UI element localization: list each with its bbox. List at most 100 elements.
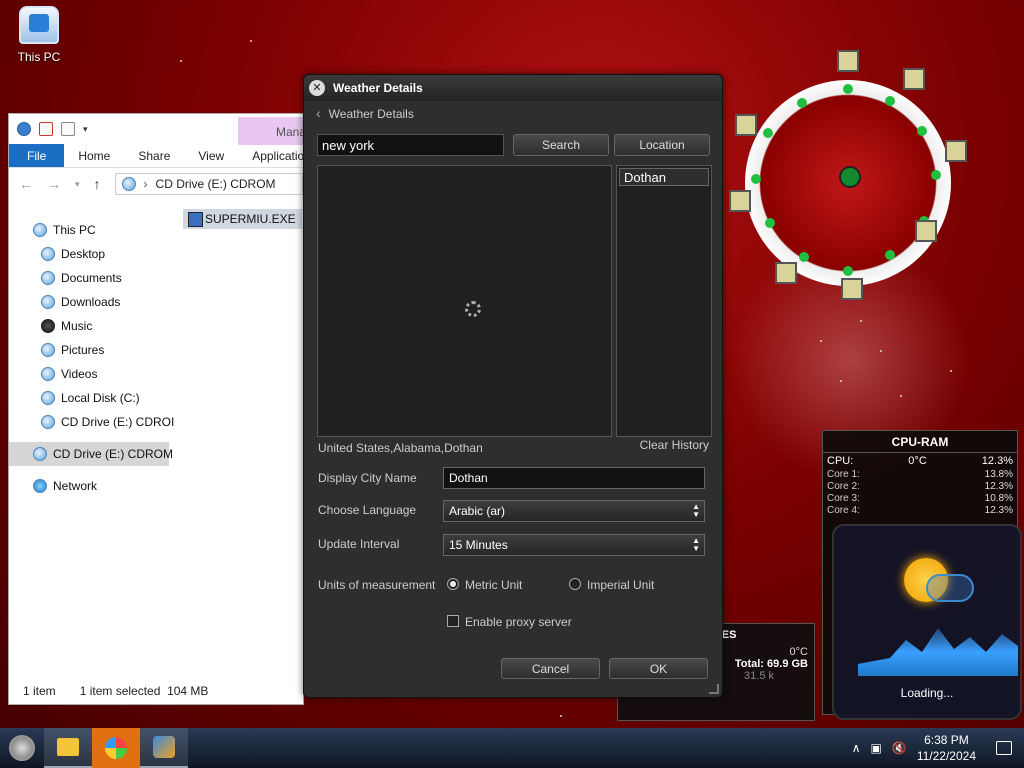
imperial-radio[interactable] — [569, 578, 581, 590]
start-button[interactable] — [0, 728, 44, 768]
display-city-field[interactable] — [443, 467, 705, 489]
history-list[interactable]: Dothan — [616, 165, 712, 437]
tree-label: Pictures — [61, 343, 105, 357]
display-city-label: Display City Name — [318, 471, 417, 485]
cpu-usage: 12.3% — [981, 455, 1013, 467]
volume-muted-icon[interactable]: 🔇 — [892, 741, 907, 755]
proxy-label[interactable]: Enable proxy server — [465, 615, 572, 629]
tree-item-network[interactable]: Network — [9, 474, 169, 498]
interval-value: 15 Minutes — [449, 538, 508, 552]
weather-details-dialog: ✕ Weather Details ‹ Weather Details Sear… — [303, 74, 723, 698]
breadcrumb: CD Drive (E:) CDROM — [155, 177, 276, 191]
chevron-down-icon[interactable]: ▾ — [83, 124, 88, 135]
cpu-ram-title: CPU-RAM — [823, 431, 1017, 453]
forward-arrow-icon[interactable]: → — [47, 176, 61, 192]
tab-home[interactable]: Home — [64, 144, 124, 167]
chevron-up-icon[interactable]: ∧ — [852, 741, 861, 755]
tree-label: CD Drive (E:) CDROM — [53, 447, 173, 461]
city-search-input[interactable] — [317, 134, 504, 156]
tree-label: Network — [53, 479, 98, 493]
weather-loading-text: Loading... — [900, 686, 954, 700]
tree-item-pictures[interactable]: Pictures — [9, 338, 169, 362]
checkmark-icon[interactable] — [39, 122, 53, 136]
house-icon — [775, 262, 797, 284]
search-button[interactable]: Search — [513, 134, 609, 156]
proxy-checkbox[interactable] — [447, 615, 459, 627]
back-arrow-icon[interactable]: ← — [19, 176, 33, 192]
cloud-icon — [926, 574, 974, 602]
properties-icon[interactable] — [17, 122, 31, 136]
tab-file[interactable]: File — [9, 144, 65, 167]
cd-drive-icon — [33, 447, 47, 461]
metric-radio[interactable] — [447, 578, 459, 590]
tree-item-videos[interactable]: Videos — [9, 362, 169, 386]
loading-spinner-icon — [465, 301, 481, 317]
house-icon — [729, 190, 751, 212]
tree-label: CD Drive (E:) CDROI — [61, 415, 175, 429]
core-name: Core 3: — [827, 493, 860, 504]
taskbar-windows-app[interactable] — [92, 728, 140, 768]
cpu-total-row: CPU: 0°C 12.3% — [823, 453, 1017, 469]
address-bar[interactable]: › CD Drive (E:) CDROM — [114, 173, 303, 195]
location-button[interactable]: Location — [614, 134, 710, 156]
drive-icon — [41, 391, 55, 405]
downloads-icon — [41, 295, 55, 309]
desktop-icon-label: This PC — [17, 50, 61, 64]
search-results-pane[interactable] — [317, 165, 612, 437]
manage-tab[interactable]: Mana — [238, 117, 308, 145]
language-label: Choose Language — [318, 503, 417, 517]
tree-item-cd-drive-selected[interactable]: CD Drive (E:) CDROM — [9, 442, 173, 466]
metric-label[interactable]: Metric Unit — [465, 578, 522, 592]
cancel-button[interactable]: Cancel — [501, 658, 600, 679]
cd-drive-icon — [121, 177, 136, 191]
history-item[interactable]: Dothan — [619, 168, 709, 186]
tree-label: Music — [61, 319, 93, 333]
tab-share[interactable]: Share — [124, 144, 184, 167]
up-arrow-icon[interactable]: ↑ — [94, 176, 101, 192]
taskbar-clock[interactable]: 6:38 PM 11/22/2024 — [917, 732, 976, 764]
clock-time: 6:38 PM — [924, 733, 969, 747]
language-select[interactable]: Arabic (ar) ▲ ▼ — [443, 500, 705, 522]
imperial-label[interactable]: Imperial Unit — [587, 578, 654, 592]
chevron-down-icon[interactable]: ▾ — [75, 179, 80, 190]
interval-label: Update Interval — [318, 537, 400, 551]
units-label: Units of measurement — [318, 578, 436, 592]
clock-hands-icon — [839, 166, 861, 188]
tree-label: Documents — [61, 271, 122, 285]
tree-item-cd-drive[interactable]: CD Drive (E:) CDROI — [9, 410, 174, 434]
tree-item-local-disk[interactable]: Local Disk (C:) — [9, 386, 169, 410]
notification-icon[interactable] — [996, 741, 1012, 755]
desktop-icon — [41, 247, 55, 261]
resize-grip-icon[interactable] — [709, 684, 719, 694]
core-name: Core 1: — [827, 469, 860, 480]
house-icon — [837, 50, 859, 72]
tree-item-music[interactable]: Music — [9, 314, 169, 338]
taskbar: ∧ ▣ 🔇 6:38 PM 11/22/2024 — [0, 728, 1024, 768]
desktop-icon-this-pc[interactable]: This PC — [14, 6, 64, 64]
network-icon[interactable]: ▣ — [871, 741, 882, 755]
ok-button[interactable]: OK — [609, 658, 708, 679]
tab-view[interactable]: View — [184, 144, 238, 167]
updown-arrow-icon: ▲ ▼ — [692, 536, 700, 553]
tree-item-this-pc[interactable]: This PC — [9, 218, 169, 242]
tree-item-documents[interactable]: Documents — [9, 266, 169, 290]
status-bar: 1 item 1 item selected 104 MB — [23, 684, 208, 698]
tree-item-downloads[interactable]: Downloads — [9, 290, 169, 314]
tree-item-desktop[interactable]: Desktop — [9, 242, 169, 266]
core-value: 12.3% — [984, 481, 1013, 492]
computer-icon — [19, 6, 59, 44]
system-tray: ∧ ▣ 🔇 6:38 PM 11/22/2024 — [852, 732, 1024, 764]
ribbon-tabs: File Home Share View Application — [9, 144, 311, 168]
close-icon[interactable]: ✕ — [309, 79, 325, 96]
weather-widget[interactable]: Loading... — [832, 524, 1022, 720]
clear-history-link[interactable]: Clear History — [640, 438, 709, 452]
christmas-clock-widget[interactable] — [729, 50, 967, 300]
new-folder-icon[interactable] — [61, 122, 75, 136]
file-supermiu-exe[interactable]: SUPERMIU.EXE — [183, 209, 302, 229]
interval-select[interactable]: 15 Minutes ▲ ▼ — [443, 534, 705, 556]
cd-drive-icon — [41, 415, 55, 429]
tree-label: This PC — [53, 223, 96, 237]
taskbar-gadgets-app[interactable] — [140, 728, 188, 768]
back-link[interactable]: ‹ Weather Details — [316, 106, 414, 121]
taskbar-file-explorer[interactable] — [44, 728, 92, 768]
